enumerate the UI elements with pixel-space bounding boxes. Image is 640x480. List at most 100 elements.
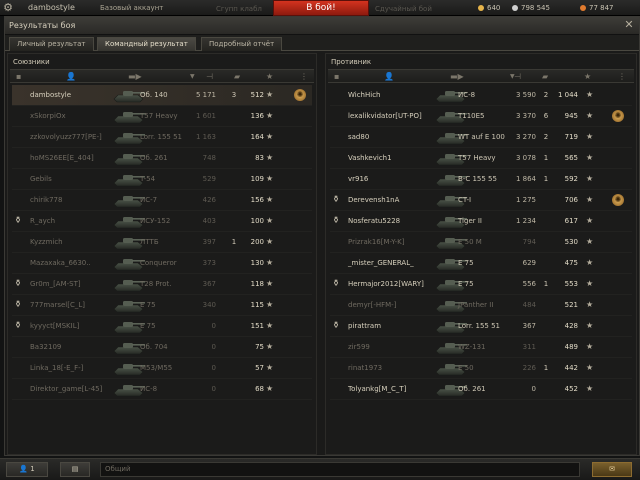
player-name: demyr[-HFM-]	[348, 301, 397, 309]
player-row[interactable]: Mazaxaka_6630.. Conqueror 373 130 ★	[12, 253, 312, 274]
xp-value: 706	[564, 196, 578, 204]
player-row[interactable]: demyr[-HFM-] JPanther II 484 521 ★	[330, 295, 632, 316]
player-row[interactable]: lexalikvidator[UT-PO] T110E5 3 370 6 945 ★ ✺	[330, 106, 632, 127]
award-column-icon[interactable]: ⋮	[618, 72, 626, 82]
xp-column-icon[interactable]: ★	[584, 72, 591, 82]
award-medal-icon[interactable]: ✺	[294, 89, 306, 101]
vehicle-name: Об. 704	[140, 343, 168, 351]
kills-column-icon[interactable]: ▰	[234, 72, 240, 82]
kills-value: 2	[543, 91, 549, 99]
xp-value: 945	[564, 112, 578, 120]
player-row[interactable]: ⚱ Gr0m_[AM-ST] T28 Prot. 367 118 ★	[12, 274, 312, 295]
vehicle-name: T57 Heavy	[140, 112, 178, 120]
damage-value: 529	[202, 175, 216, 183]
player-row[interactable]: chirik778 ИС-7 426 156 ★	[12, 190, 312, 211]
star-icon: ★	[266, 363, 274, 372]
player-row[interactable]: _mister_GENERAL_ E 75 629 475 ★	[330, 253, 632, 274]
player-row[interactable]: ⚱ 777marsel[C_L] E 75 340 115 ★	[12, 295, 312, 316]
xp-column-icon[interactable]: ★	[266, 72, 273, 82]
damage-value: 794	[522, 238, 536, 246]
sort-chevron-icon: ▼	[190, 73, 195, 80]
player-row[interactable]: Linka_18[-E_F-] M53/M55 0 57 ★	[12, 358, 312, 379]
vehicle-name: T57 Heavy	[458, 154, 496, 162]
player-row[interactable]: ⚱ Derevensh1nA CT-I 1 275 706 ★ ✺	[330, 190, 632, 211]
damage-value: 426	[202, 196, 216, 204]
damage-column-icon[interactable]: ⊣	[514, 72, 521, 82]
chat-input[interactable]: Общий	[100, 462, 580, 477]
player-name: Vashkevich1	[348, 154, 392, 162]
player-row[interactable]: Direktor_game[L-45] ИС-8 0 68 ★	[12, 379, 312, 400]
close-icon[interactable]: ✕	[623, 19, 635, 31]
kills-column-icon[interactable]: ▰	[542, 72, 548, 82]
player-row[interactable]: dambostyle Об. 140 5 171 3 512 ★ ✺	[12, 85, 312, 106]
vehicle-name: E 75	[140, 301, 156, 309]
player-row[interactable]: Tolyankg[M_C_T] Об. 261 0 452 ★	[330, 379, 632, 400]
tab-personal-result[interactable]: Личный результат	[9, 37, 94, 51]
player-row[interactable]: ⚱ R_aych ИСУ-152 403 100 ★	[12, 211, 312, 232]
damage-value: 3 370	[515, 112, 536, 120]
star-icon: ★	[586, 384, 594, 393]
player-name: Gr0m_[AM-ST]	[30, 280, 81, 288]
award-medal-icon[interactable]: ✺	[612, 194, 624, 206]
damage-value: 1 601	[195, 112, 216, 120]
players-button[interactable]: 👤 1	[6, 462, 48, 477]
window-titlebar[interactable]: Результаты боя ✕	[5, 17, 639, 35]
star-icon: ★	[586, 258, 594, 267]
player-row[interactable]: ⚱ pirattram Lorr. 155 51 367 428 ★	[330, 316, 632, 337]
vehicle-name: ИС-8	[140, 385, 158, 393]
award-column-icon[interactable]: ⋮	[300, 72, 308, 82]
damage-value: 3 270	[515, 133, 536, 141]
chat-channels-button[interactable]: ▤	[60, 462, 90, 477]
award-medal-icon[interactable]: ✺	[612, 110, 624, 122]
damage-value: 1 234	[515, 217, 536, 225]
player-row[interactable]: Gebils T-54 529 109 ★	[12, 169, 312, 190]
damage-value: 311	[522, 343, 536, 351]
kills-value: 1	[231, 238, 237, 246]
vehicle-name: Об. 261	[458, 385, 486, 393]
battle-button[interactable]: В бой!	[273, 0, 369, 16]
damage-value: 340	[202, 301, 216, 309]
player-row[interactable]: Vashkevich1 T57 Heavy 3 078 1 565 ★	[330, 148, 632, 169]
squad-column-icon[interactable]: ▪	[16, 72, 21, 82]
player-row[interactable]: sad80 WT auf E 100 3 270 2 719 ★	[330, 127, 632, 148]
player-row[interactable]: rinat1973 E 50 226 1 442 ★	[330, 358, 632, 379]
player-row[interactable]: ⚱ Hermajor2012[WARY] E 75 556 1 553 ★	[330, 274, 632, 295]
player-row[interactable]: Prizrak16[M-Y-K] E 50 M 794 530 ★	[330, 232, 632, 253]
chat-icon: ▤	[71, 465, 79, 473]
player-row[interactable]: Ba32109 Об. 704 0 75 ★	[12, 337, 312, 358]
username[interactable]: dambostyle	[28, 3, 75, 12]
damage-value: 1 864	[515, 175, 536, 183]
player-name: Ba32109	[30, 343, 62, 351]
damage-column-icon[interactable]: ⊣	[206, 72, 213, 82]
player-column-icon[interactable]: 👤	[384, 72, 394, 82]
player-name: pirattram	[348, 322, 382, 330]
squad-column-icon[interactable]: ▪	[334, 72, 339, 82]
tab-team-result[interactable]: Командный результат	[97, 37, 196, 51]
xp-value: 475	[564, 259, 578, 267]
vehicle-column-icon[interactable]: ▬▶	[450, 72, 464, 82]
xp-value: 57	[255, 364, 264, 372]
player-row[interactable]: zzkovolyuzz777[PE-] Lorr. 155 51 1 163 164 ★	[12, 127, 312, 148]
xp-value: 592	[564, 175, 578, 183]
vehicle-column-icon[interactable]: ▬▶	[128, 72, 142, 82]
player-row[interactable]: hoMS26EE[E_404] Об. 261 748 83 ★	[12, 148, 312, 169]
xp-value: 521	[564, 301, 578, 309]
star-icon: ★	[586, 279, 594, 288]
player-row[interactable]: xSkorpiOx T57 Heavy 1 601 136 ★	[12, 106, 312, 127]
player-row[interactable]: ⚱ kyyyct[MSKIL] E 75 0 151 ★	[12, 316, 312, 337]
player-row[interactable]: Kyzzmich ЛТТБ 397 1 200 ★	[12, 232, 312, 253]
player-column-icon[interactable]: 👤	[66, 72, 76, 82]
damage-value: 0	[531, 385, 536, 393]
player-row[interactable]: WichHich ИС-8 3 590 2 1 044 ★	[330, 85, 632, 106]
tab-detailed-report[interactable]: Подробный отчёт	[201, 37, 283, 51]
xp-value: 530	[564, 238, 578, 246]
player-name: zir599	[348, 343, 370, 351]
gear-icon[interactable]: ⚙	[2, 2, 14, 14]
player-row[interactable]: zir599 WZ-131 311 489 ★	[330, 337, 632, 358]
xp-value: 164	[250, 133, 264, 141]
player-name: Kyzzmich	[30, 238, 63, 246]
xp-value: 442	[564, 364, 578, 372]
player-row[interactable]: vr916 B-C 155 55 1 864 1 592 ★	[330, 169, 632, 190]
player-row[interactable]: ⚱ Nosferatu5228 Tiger II 1 234 617 ★	[330, 211, 632, 232]
send-button[interactable]: ✉	[592, 462, 632, 477]
